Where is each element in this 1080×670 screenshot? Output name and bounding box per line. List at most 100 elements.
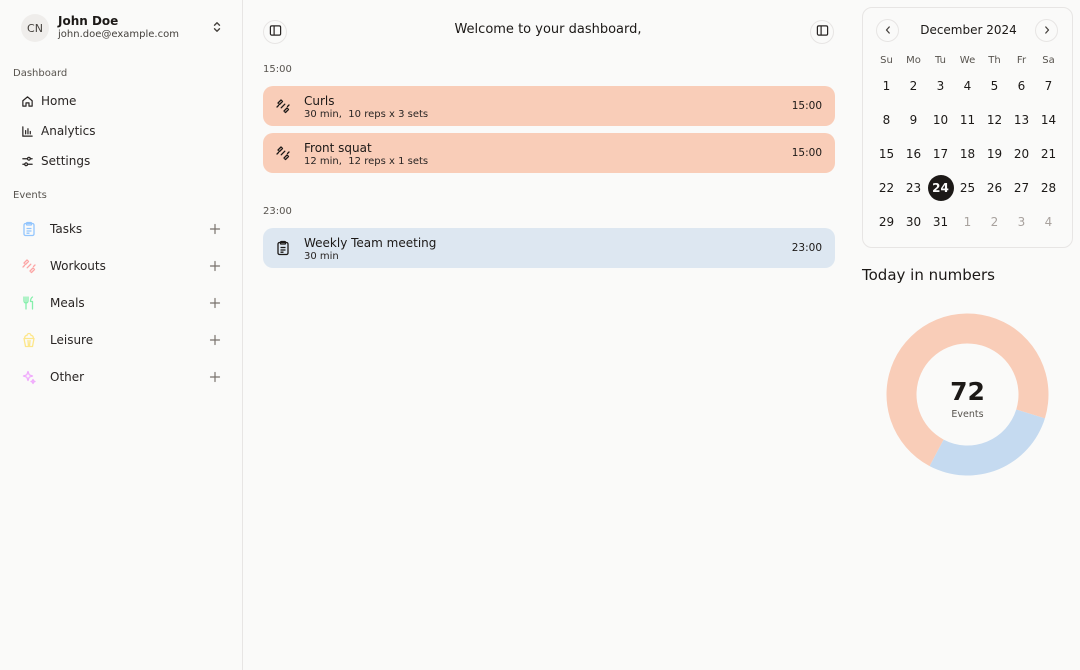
calendar-day[interactable]: 9 [901, 107, 927, 133]
calendar-day[interactable]: 11 [955, 107, 981, 133]
calendar-day[interactable]: 28 [1036, 175, 1062, 201]
calendar-day[interactable]: 25 [955, 175, 981, 201]
sidebar-item-label: Other [50, 370, 85, 384]
user-email: john.doe@example.com [58, 29, 179, 40]
popcorn-icon [20, 331, 38, 349]
calendar-day[interactable]: 10 [928, 107, 954, 133]
event-detail: 12 min, 12 reps x 1 sets [304, 156, 429, 167]
calendar-day[interactable]: 17 [928, 141, 954, 167]
sliders-icon [20, 154, 34, 168]
calendar-day[interactable]: 19 [982, 141, 1008, 167]
calendar-day[interactable]: 30 [901, 209, 927, 235]
calendar-day[interactable]: 23 [901, 175, 927, 201]
chevrons-up-down-icon [210, 20, 224, 37]
dumbbell-icon [275, 145, 291, 161]
calendar-grid: Su Mo Tu We Th Fr Sa 1 2 3 4 5 6 7 8 9 10 11 12 13 14 15 16 17 1… [873, 53, 1062, 239]
panel-right-icon [816, 24, 829, 40]
event-title: Front squat [304, 141, 372, 155]
dumbbell-icon [275, 98, 291, 114]
calendar-day[interactable]: 16 [901, 141, 927, 167]
chevron-right-icon [1042, 24, 1052, 38]
calendar-day[interactable]: 1 [955, 209, 981, 235]
section-label-dashboard: Dashboard [13, 68, 68, 79]
sidebar-item-meals[interactable]: Meals [14, 288, 228, 318]
event-detail: 30 min, 10 reps x 3 sets [304, 109, 429, 120]
calendar-day[interactable]: 2 [901, 73, 927, 99]
toggle-left-sidebar-button[interactable] [263, 20, 287, 44]
calendar-day[interactable]: 29 [874, 209, 900, 235]
weekday-label: We [959, 55, 976, 66]
sidebar-item-label: Settings [41, 154, 91, 168]
sidebar-item-leisure[interactable]: Leisure [14, 325, 228, 355]
user-switcher[interactable]: CN John Doe john.doe@example.com [12, 8, 230, 48]
sidebar-item-analytics[interactable]: Analytics [14, 117, 228, 145]
next-month-button[interactable] [1035, 19, 1058, 42]
add-workout-button[interactable] [207, 258, 223, 274]
weekday-label: Fr [1016, 55, 1027, 66]
event-time: 15:00 [791, 100, 822, 112]
event-card[interactable]: Curls 30 min, 10 reps x 3 sets 15:00 [263, 86, 835, 126]
bar-chart-icon [20, 124, 34, 138]
add-meal-button[interactable] [207, 295, 223, 311]
calendar-day[interactable]: 3 [928, 73, 954, 99]
calendar: December 2024 Su Mo Tu We Th Fr Sa 1 2 3 4 5 6 7 8 9 10 1… [862, 7, 1073, 248]
event-detail: 30 min [304, 251, 339, 262]
user-info: John Doe john.doe@example.com [58, 14, 179, 42]
calendar-day[interactable]: 6 [1009, 73, 1035, 99]
calendar-day[interactable]: 5 [982, 73, 1008, 99]
event-card[interactable]: Front squat 12 min, 12 reps x 1 sets 15:… [263, 133, 835, 173]
panel-left-icon [269, 24, 282, 40]
sidebar-item-tasks[interactable]: Tasks [14, 214, 228, 244]
calendar-day[interactable]: 13 [1009, 107, 1035, 133]
weekday-label: Tu [935, 55, 946, 66]
toggle-right-sidebar-button[interactable] [810, 20, 834, 44]
calendar-day[interactable]: 2 [982, 209, 1008, 235]
sidebar-item-other[interactable]: Other [14, 362, 228, 392]
section-label-events: Events [13, 190, 47, 201]
calendar-day[interactable]: 26 [982, 175, 1008, 201]
calendar-day[interactable]: 22 [874, 175, 900, 201]
sidebar: CN John Doe john.doe@example.com Dashboa… [0, 0, 243, 670]
sidebar-item-workouts[interactable]: Workouts [14, 251, 228, 281]
calendar-day[interactable]: 7 [1036, 73, 1062, 99]
calendar-day[interactable]: 14 [1036, 107, 1062, 133]
calendar-day[interactable]: 12 [982, 107, 1008, 133]
event-time: 15:00 [791, 147, 822, 159]
sidebar-item-label: Workouts [50, 259, 106, 273]
calendar-day[interactable]: 1 [874, 73, 900, 99]
event-card[interactable]: Weekly Team meeting 30 min 23:00 [263, 228, 835, 268]
events-total: 72 [950, 377, 985, 406]
calendar-day[interactable]: 21 [1036, 141, 1062, 167]
calendar-day[interactable]: 31 [928, 209, 954, 235]
calendar-day[interactable]: 4 [1036, 209, 1062, 235]
event-title: Weekly Team meeting [304, 236, 437, 250]
sidebar-item-label: Home [41, 94, 77, 108]
utensils-icon [20, 294, 38, 312]
event-time: 23:00 [791, 242, 822, 254]
sidebar-item-label: Analytics [41, 124, 96, 138]
numbers-title: Today in numbers [862, 266, 995, 284]
sidebar-item-home[interactable]: Home [14, 87, 228, 115]
main-content: Welcome to your dashboard, 15:00 Curls 3… [243, 0, 847, 670]
add-task-button[interactable] [207, 221, 223, 237]
sidebar-item-label: Meals [50, 296, 85, 310]
calendar-day-selected[interactable]: 24 [927, 175, 954, 201]
sidebar-item-label: Leisure [50, 333, 94, 347]
calendar-day[interactable]: 18 [955, 141, 981, 167]
add-leisure-button[interactable] [207, 332, 223, 348]
calendar-day[interactable]: 3 [1009, 209, 1035, 235]
calendar-day[interactable]: 8 [874, 107, 900, 133]
sidebar-item-settings[interactable]: Settings [14, 147, 228, 175]
calendar-day[interactable]: 4 [955, 73, 981, 99]
time-group-label: 23:00 [263, 206, 292, 217]
calendar-day[interactable]: 15 [874, 141, 900, 167]
weekday-label: Mo [906, 55, 921, 66]
weekday-label: Su [880, 55, 893, 66]
calendar-day[interactable]: 27 [1009, 175, 1035, 201]
add-other-button[interactable] [207, 369, 223, 385]
time-group-label: 15:00 [263, 64, 292, 75]
dumbbell-icon [20, 257, 38, 275]
clipboard-icon [275, 240, 291, 256]
calendar-day[interactable]: 20 [1009, 141, 1035, 167]
event-title: Curls [304, 94, 335, 108]
